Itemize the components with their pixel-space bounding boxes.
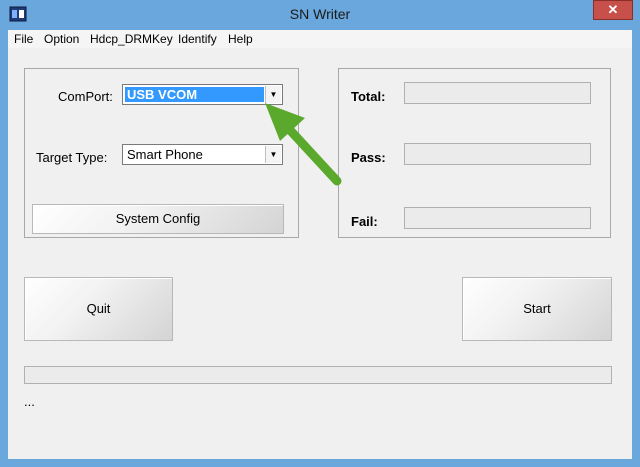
pass-readout bbox=[404, 143, 591, 165]
progress-bar bbox=[24, 366, 612, 384]
menu-file[interactable]: File bbox=[14, 32, 33, 46]
client-area: File Option Hdcp_DRMKey Identify Help Co… bbox=[8, 30, 632, 459]
system-config-button[interactable]: System Config bbox=[32, 204, 284, 234]
menu-help[interactable]: Help bbox=[228, 32, 253, 46]
status-text: ... bbox=[24, 394, 35, 409]
comport-select[interactable]: USB VCOM ▼ bbox=[122, 84, 283, 105]
chevron-down-icon[interactable]: ▼ bbox=[265, 146, 281, 163]
fail-label: Fail: bbox=[351, 214, 378, 229]
fail-readout bbox=[404, 207, 591, 229]
chevron-down-icon[interactable]: ▼ bbox=[265, 86, 281, 103]
window-title: SN Writer bbox=[289, 6, 351, 22]
total-readout bbox=[404, 82, 591, 104]
start-button[interactable]: Start bbox=[462, 277, 612, 341]
menu-option[interactable]: Option bbox=[44, 32, 79, 46]
menu-hdcp-drmkey[interactable]: Hdcp_DRMKey bbox=[90, 32, 173, 46]
menu-identify[interactable]: Identify bbox=[178, 32, 217, 46]
target-type-label: Target Type: bbox=[36, 150, 108, 165]
quit-button[interactable]: Quit bbox=[24, 277, 173, 341]
close-button[interactable]: ✕ bbox=[593, 0, 633, 20]
total-label: Total: bbox=[351, 89, 386, 104]
sn-writer-window: SN Writer ✕ File Option Hdcp_DRMKey Iden… bbox=[0, 0, 640, 467]
title-bar: SN Writer ✕ bbox=[0, 0, 640, 30]
target-type-value: Smart Phone bbox=[127, 147, 203, 162]
config-panel: ComPort: USB VCOM ▼ Target Type: Smart P… bbox=[24, 68, 299, 238]
stats-panel: Total: Pass: Fail: bbox=[338, 68, 611, 238]
target-type-select[interactable]: Smart Phone ▼ bbox=[122, 144, 283, 165]
comport-value: USB VCOM bbox=[125, 87, 264, 102]
comport-label: ComPort: bbox=[58, 89, 113, 104]
pass-label: Pass: bbox=[351, 150, 386, 165]
menu-bar: File Option Hdcp_DRMKey Identify Help bbox=[8, 30, 632, 48]
